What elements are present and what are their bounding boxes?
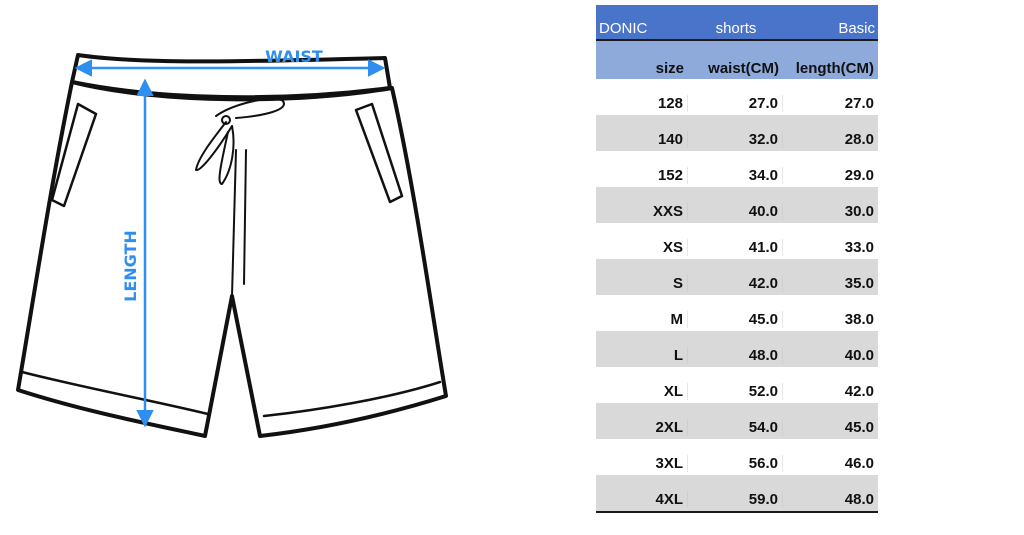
table-bottom-border xyxy=(596,511,878,513)
cell-waist: 56.0 xyxy=(688,455,783,472)
cell-size: 140 xyxy=(596,131,688,148)
cell-length: 28.0 xyxy=(844,131,874,148)
table-row: S 42.0 35.0 xyxy=(596,259,878,295)
table-header: size waist(CM) length(CM) xyxy=(596,41,878,79)
brand-name: DONIC xyxy=(599,20,648,37)
cell-length: 38.0 xyxy=(844,311,874,328)
cell-size: 128 xyxy=(596,95,688,112)
cell-size: S xyxy=(596,275,688,292)
cell-length: 35.0 xyxy=(844,275,874,292)
table-body: 128 27.0 27.0 140 32.0 28.0 152 34.0 29.0 XXS 40.0… xyxy=(596,79,878,511)
cell-length: 42.0 xyxy=(844,383,874,400)
table-row: XL 52.0 42.0 xyxy=(596,367,878,403)
cell-size: 152 xyxy=(596,167,688,184)
cell-waist: 40.0 xyxy=(688,203,783,220)
length-label: LENGTH xyxy=(121,230,140,302)
cell-waist: 54.0 xyxy=(688,419,783,436)
cell-waist: 52.0 xyxy=(688,383,783,400)
cell-waist: 45.0 xyxy=(688,311,783,328)
cell-waist: 32.0 xyxy=(688,131,783,148)
table-row: 3XL 56.0 46.0 xyxy=(596,439,878,475)
table-row: L 48.0 40.0 xyxy=(596,331,878,367)
table-row: XS 41.0 33.0 xyxy=(596,223,878,259)
cell-size: XXS xyxy=(596,203,688,220)
shorts-illustration: WAIST LENGTH xyxy=(16,47,448,438)
brand-row: DONIC shorts Basic xyxy=(596,5,878,41)
cell-length: 46.0 xyxy=(844,455,874,472)
cell-size: XL xyxy=(596,383,688,400)
cell-waist: 27.0 xyxy=(688,95,783,112)
table-row: M 45.0 38.0 xyxy=(596,295,878,331)
cell-waist: 34.0 xyxy=(688,167,783,184)
table-row: 140 32.0 28.0 xyxy=(596,115,878,151)
shorts-drawing xyxy=(16,53,448,438)
cell-length: 27.0 xyxy=(844,95,874,112)
header-size: size xyxy=(655,60,684,77)
cell-length: 30.0 xyxy=(844,203,874,220)
cell-length: 48.0 xyxy=(844,491,874,508)
cell-size: 4XL xyxy=(596,491,688,508)
waist-label: WAIST xyxy=(265,47,323,66)
product-type: shorts xyxy=(715,20,757,37)
cell-length: 33.0 xyxy=(844,239,874,256)
header-length: length(CM) xyxy=(795,60,874,77)
cell-waist: 42.0 xyxy=(688,275,783,292)
cell-length: 40.0 xyxy=(844,347,874,364)
table-row: 2XL 54.0 45.0 xyxy=(596,403,878,439)
table-row: XXS 40.0 30.0 xyxy=(596,187,878,223)
cell-size: M xyxy=(596,311,688,328)
cell-size: 2XL xyxy=(596,419,688,436)
cell-waist: 48.0 xyxy=(688,347,783,364)
cell-waist: 59.0 xyxy=(688,491,783,508)
size-chart-table: DONIC shorts Basic size waist(CM) length… xyxy=(596,5,878,513)
table-row: 4XL 59.0 48.0 xyxy=(596,475,878,511)
cell-size: 3XL xyxy=(596,455,688,472)
product-line: Basic xyxy=(838,20,875,37)
cell-length: 45.0 xyxy=(844,419,874,436)
table-row: 152 34.0 29.0 xyxy=(596,151,878,187)
cell-size: L xyxy=(596,347,688,364)
cell-waist: 41.0 xyxy=(688,239,783,256)
cell-length: 29.0 xyxy=(844,167,874,184)
table-row: 128 27.0 27.0 xyxy=(596,79,878,115)
header-waist: waist(CM) xyxy=(708,60,779,77)
cell-size: XS xyxy=(596,239,688,256)
